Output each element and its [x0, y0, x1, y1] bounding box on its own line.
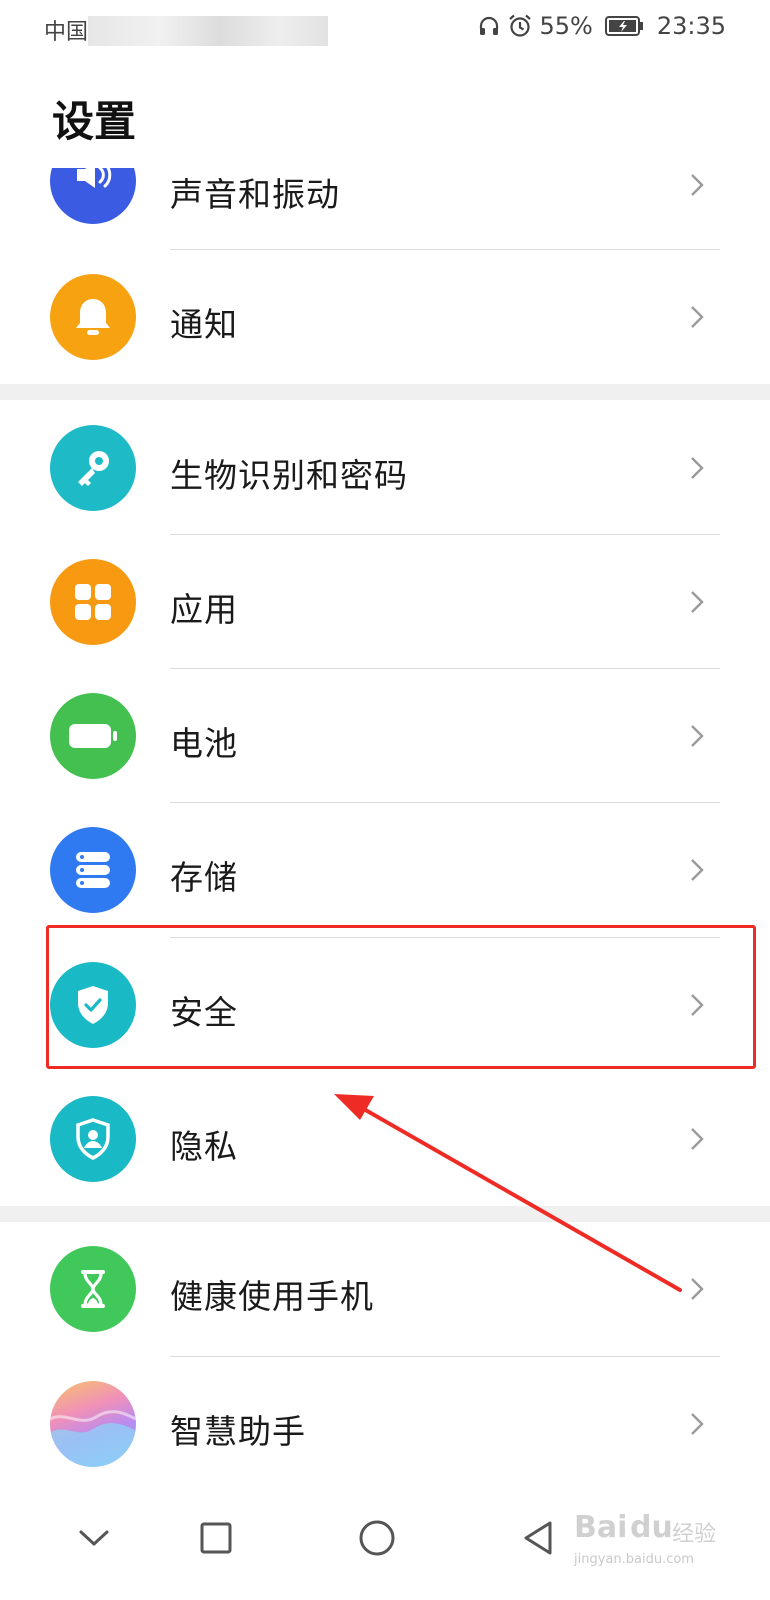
chevron-right-icon: [691, 1278, 704, 1300]
back-icon[interactable]: [508, 1508, 568, 1568]
chevron-right-icon: [691, 457, 704, 479]
settings-item-label: 智慧助手: [170, 1412, 306, 1451]
chevron-right-icon: [691, 306, 704, 328]
settings-item-notifications[interactable]: 通知: [0, 250, 770, 384]
sound-icon: [50, 168, 136, 224]
settings-item-label: 存储: [170, 858, 238, 897]
settings-item-digital-balance[interactable]: 健康使用手机: [0, 1222, 770, 1356]
watermark-url: jingyan.baidu.com: [574, 1552, 694, 1567]
settings-item-battery[interactable]: 电池: [0, 669, 770, 803]
settings-item-apps[interactable]: 应用: [0, 535, 770, 669]
key-icon: [50, 425, 136, 511]
carrier-name: 中国: [44, 20, 89, 45]
battery-percent: 55%: [539, 12, 593, 40]
settings-item-label: 健康使用手机: [170, 1277, 374, 1316]
settings-item-privacy[interactable]: 隐私: [0, 1072, 770, 1206]
apps-grid-icon: [50, 559, 136, 645]
highlight-box: [46, 925, 756, 1069]
assistant-icon: [50, 1381, 136, 1467]
settings-item-label: 生物识别和密码: [170, 456, 408, 495]
settings-item-storage[interactable]: 存储: [0, 803, 770, 937]
settings-item-label: 应用: [170, 590, 238, 629]
chevron-right-icon: [691, 591, 704, 613]
headset-icon: [477, 14, 501, 38]
settings-item-biometrics[interactable]: 生物识别和密码: [0, 400, 770, 534]
section-gap: [0, 384, 770, 400]
storage-icon: [50, 827, 136, 913]
blurred-status-area: [88, 16, 328, 46]
watermark: Bai du 经验 jingyan.baidu.com: [574, 1502, 724, 1572]
watermark-suffix: 经验: [672, 1522, 717, 1547]
watermark-brand-accent: du: [630, 1510, 673, 1545]
hourglass-icon: [50, 1246, 136, 1332]
settings-item-label: 电池: [170, 724, 238, 763]
status-icons: 55% 23:35: [477, 12, 726, 40]
settings-item-smart-assistant[interactable]: 智慧助手: [0, 1357, 770, 1491]
battery-icon: [50, 693, 136, 779]
bell-icon: [50, 274, 136, 360]
hide-chevron-icon[interactable]: [64, 1508, 124, 1568]
alarm-icon: [507, 13, 533, 39]
chevron-right-icon: [691, 174, 704, 196]
home-icon[interactable]: [347, 1508, 407, 1568]
settings-item-label: 隐私: [170, 1127, 238, 1166]
settings-item-sound[interactable]: 声音和振动: [0, 140, 770, 240]
settings-item-label: 声音和振动: [170, 175, 340, 214]
chevron-right-icon: [691, 1128, 704, 1150]
section-gap: [0, 1206, 770, 1222]
privacy-shield-icon: [50, 1096, 136, 1182]
clock-time: 23:35: [656, 12, 726, 40]
settings-item-label: 通知: [170, 305, 238, 344]
chevron-right-icon: [691, 725, 704, 747]
chevron-right-icon: [691, 859, 704, 881]
status-bar: 中国 55% 23:35: [0, 0, 770, 58]
chevron-right-icon: [691, 1413, 704, 1435]
recents-icon[interactable]: [186, 1508, 246, 1568]
battery-charging-icon: [604, 15, 645, 37]
watermark-brand: Bai: [574, 1510, 628, 1545]
